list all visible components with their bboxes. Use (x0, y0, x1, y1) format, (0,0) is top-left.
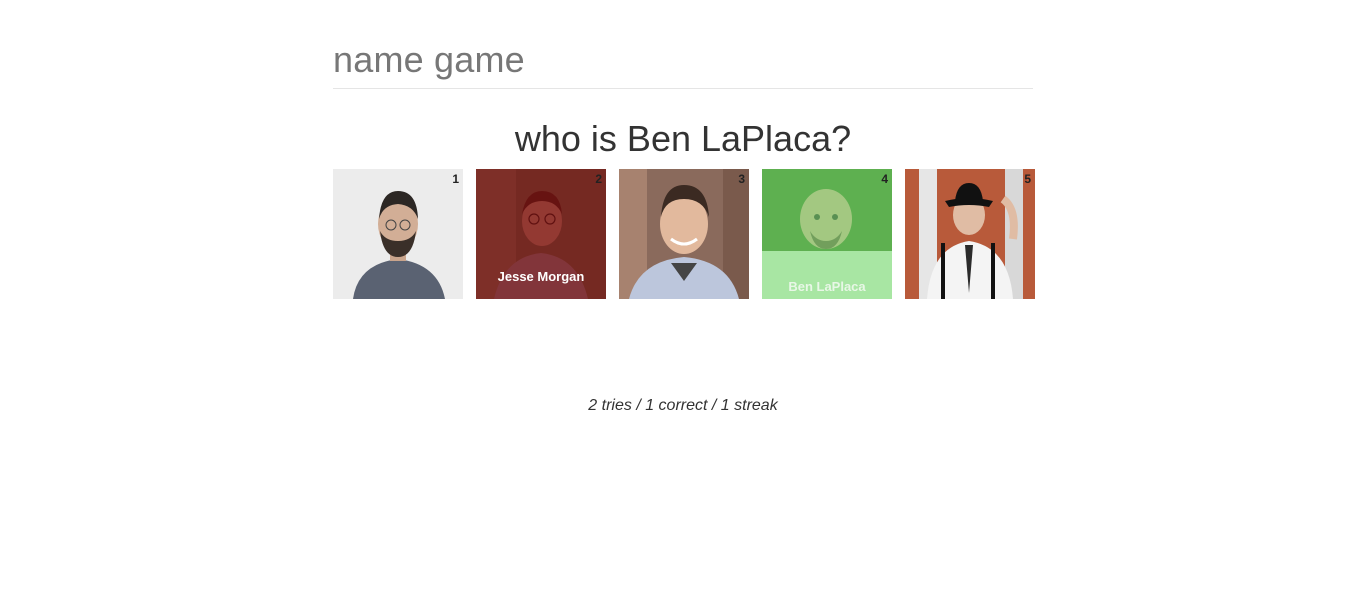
photo-option-4[interactable]: 4 Ben LaPlaca (762, 169, 892, 299)
revealed-name: Jesse Morgan (497, 269, 585, 284)
photo-option-2[interactable]: 2 Jesse Morgan (476, 169, 606, 299)
revealed-name: Ben LaPlaca (788, 279, 866, 294)
photo-option-1[interactable]: 1 (333, 169, 463, 299)
person-photo-icon (905, 169, 1035, 299)
photo-grid: 1 2 Jesse Morgan 3 4 Ben LaPlaca 5 (333, 169, 1035, 299)
photo-option-5[interactable]: 5 (905, 169, 1035, 299)
photo-number: 3 (738, 172, 745, 186)
photo-option-3[interactable]: 3 (619, 169, 749, 299)
person-photo-icon (619, 169, 749, 299)
photo-number: 2 (595, 172, 602, 186)
main-container: name game who is Ben LaPlaca? 1 2 Jesse … (333, 0, 1035, 415)
photo-number: 4 (881, 172, 888, 186)
page-title: name game (333, 0, 1033, 89)
photo-number: 1 (452, 172, 459, 186)
score-stats: 2 tries / 1 correct / 1 streak (588, 397, 778, 414)
person-photo-icon (333, 169, 463, 299)
question-prompt: who is Ben LaPlaca? (514, 118, 852, 159)
photo-number: 5 (1024, 172, 1031, 186)
